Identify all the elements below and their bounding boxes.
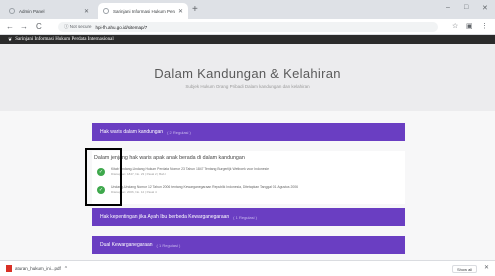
page-hero: Dalam Kandungan & Kelahiran Subjek Hukum…	[0, 44, 495, 111]
download-item[interactable]: aturan_hukum_ini...pdf ^	[6, 265, 67, 272]
accordion-label: Hak kepentingan jika Ayah Ibu berbeda Ke…	[100, 214, 230, 220]
page-title: Dalam Kandungan & Kelahiran	[154, 66, 341, 81]
download-bar: aturan_hukum_ini...pdf ^ Show all ✕	[0, 260, 495, 276]
highlight-box	[85, 148, 122, 206]
close-tab-icon[interactable]: ✕	[84, 8, 89, 15]
back-button[interactable]: ←	[6, 21, 14, 33]
not-secure-indicator[interactable]: ⓘ Not secure	[64, 24, 92, 30]
show-all-button[interactable]: Show all	[452, 265, 478, 273]
pdf-file-icon	[6, 265, 12, 272]
new-tab-button[interactable]: +	[192, 3, 198, 17]
tab-title: Admin Panel	[19, 8, 45, 14]
minimize-button[interactable]: –	[446, 4, 450, 11]
download-filename[interactable]: aturan_hukum_ini...pdf	[15, 266, 61, 271]
accordion-hak-waris[interactable]: Hak waris dalam kandungan ( 2 Regulasi )	[92, 123, 405, 141]
regulation-title[interactable]: Undang-Undang Nomor 12 Tahun 2006 tentan…	[111, 185, 298, 189]
accordion-label: Hak waris dalam kandungan	[100, 129, 164, 135]
chevron-up-icon[interactable]: ^	[65, 266, 67, 272]
profile-icon[interactable]: ▣	[466, 22, 473, 30]
regulation-title[interactable]: Kitab Undang-Undang Hukum Perdata Nomor …	[111, 167, 269, 171]
accordion-panel: Dalam jenjang hak waris apak anak berada…	[92, 151, 405, 204]
url-bar[interactable]: ⓘ Not secure hpi-fh.ahu.go.id/sitemap/7	[58, 22, 438, 32]
bookmark-star-icon[interactable]: ☆	[452, 22, 458, 30]
browser-tab-active[interactable]: Sarinjani Informasi Hukum Perda ✕	[98, 3, 188, 19]
site-logo-icon[interactable]: ❦	[8, 37, 12, 43]
close-window-button[interactable]: ✕	[482, 4, 488, 12]
accordion-count: ( 2 Regulasi )	[167, 129, 191, 135]
site-navbar: ❦ Sarinjani Informasi Hukum Perdata Inte…	[0, 35, 495, 44]
browser-tab-strip: Admin Panel ✕ Sarinjani Informasi Hukum …	[0, 0, 495, 19]
accordion-hak-kepentingan[interactable]: Hak kepentingan jika Ayah Ibu berbeda Ke…	[92, 208, 405, 226]
maximize-button[interactable]: □	[464, 4, 468, 11]
reload-button[interactable]: C	[36, 21, 42, 33]
page-subtitle: Subjek Hukum Orang Pribadi Dalam kandung…	[185, 84, 310, 89]
browser-menu-icon[interactable]: ⋮	[481, 22, 488, 30]
address-toolbar: ← → C ⓘ Not secure hpi-fh.ahu.go.id/site…	[0, 19, 495, 35]
accordion-count: ( 1 Regulasi )	[156, 242, 181, 248]
site-name-link[interactable]: Sarinjani Informasi Hukum Perdata Intern…	[15, 37, 114, 42]
accordion-label: Dual Kewarganegaraan	[100, 242, 153, 248]
browser-tab-admin[interactable]: Admin Panel ✕	[4, 3, 94, 19]
regulation-item[interactable]: ✓ Kitab Undang-Undang Hukum Perdata Nomo…	[94, 165, 399, 181]
accordion-count: ( 1 Regulasi )	[233, 214, 257, 220]
tab-title: Sarinjani Informasi Hukum Perda	[113, 8, 175, 14]
page-favicon-icon	[9, 8, 15, 14]
accordion-dual-kewarganegaraan[interactable]: Dual Kewarganegaraan ( 1 Regulasi )	[92, 236, 405, 254]
url-text[interactable]: hpi-fh.ahu.go.id/sitemap/7	[96, 25, 148, 30]
close-tab-icon[interactable]: ✕	[178, 8, 183, 15]
forward-button[interactable]: →	[20, 21, 28, 33]
regulation-item[interactable]: ✓ Undang-Undang Nomor 12 Tahun 2006 tent…	[94, 183, 399, 199]
close-download-bar-icon[interactable]: ✕	[484, 264, 489, 271]
page-favicon-icon	[103, 8, 109, 14]
